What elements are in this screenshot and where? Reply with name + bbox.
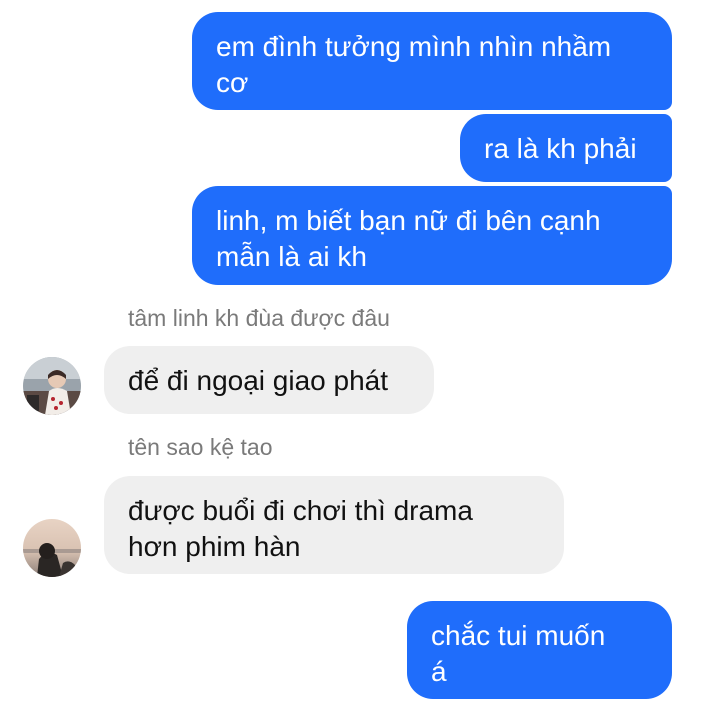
outgoing-message-bubble[interactable]: ra là kh phải (460, 114, 672, 182)
incoming-message-bubble[interactable]: để đi ngoại giao phát (104, 346, 434, 414)
avatar-photo-icon (23, 519, 81, 577)
sender-name: tên sao kệ tao (128, 434, 273, 460)
outgoing-message-bubble[interactable]: linh, m biết bạn nữ đi bên cạnh mẫn là a… (192, 186, 672, 285)
avatar-photo-icon (23, 357, 81, 415)
incoming-message-bubble[interactable]: được buổi đi chơi thì drama hơn phim hàn (104, 476, 564, 574)
outgoing-message-bubble[interactable]: chắc tui muốn á (407, 601, 672, 699)
sender-avatar[interactable] (23, 519, 81, 577)
outgoing-message-bubble[interactable]: em đình tưởng mình nhìn nhầm cơ (192, 12, 672, 110)
sender-name: tâm linh kh đùa được đâu (128, 305, 390, 331)
sender-avatar[interactable] (23, 357, 81, 415)
